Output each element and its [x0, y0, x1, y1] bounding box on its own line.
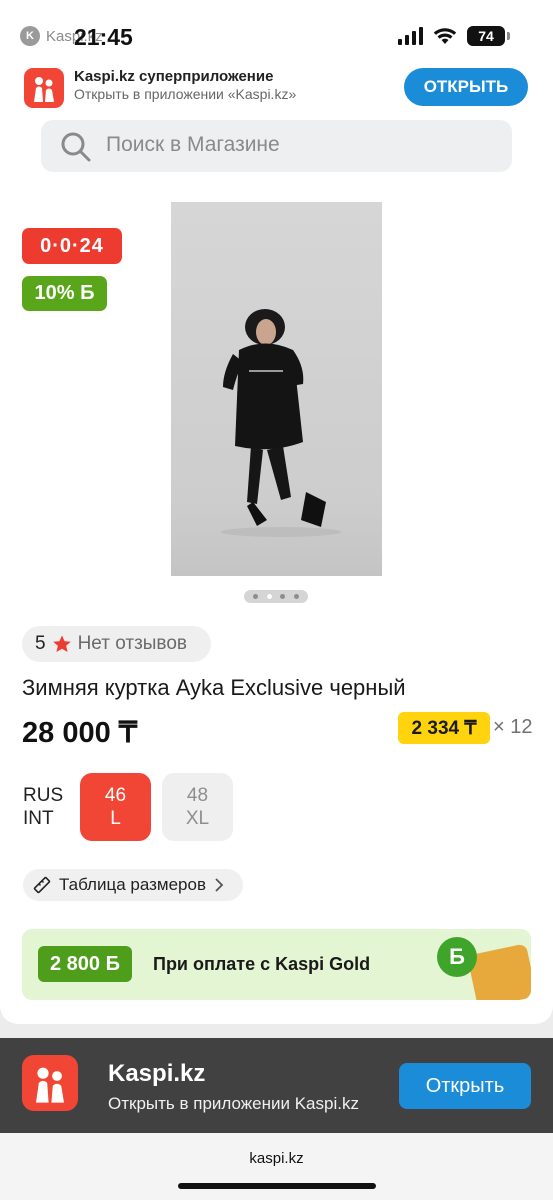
status-time: 21:45: [74, 24, 133, 50]
gold-bonus-amount: 2 800 Б: [38, 946, 132, 982]
search-icon: [61, 132, 91, 162]
bonus-coin-icon: Б: [437, 937, 477, 977]
pager-dot: [280, 594, 286, 599]
size-option-46[interactable]: 46 L: [80, 773, 151, 841]
size-system-rus: RUS: [23, 785, 64, 806]
status-icons: 74: [398, 26, 510, 46]
kaspi-mini-icon: K: [20, 26, 40, 46]
product-price: 28 000 ₸: [22, 717, 138, 749]
smart-app-banner: Kaspi.kz суперприложение Открыть в прило…: [0, 62, 553, 114]
ruler-icon: [33, 876, 51, 894]
gold-banner-text: При оплате с Kaspi Gold: [153, 954, 371, 974]
search-placeholder: Поиск в Магазине: [106, 133, 280, 156]
rating-chip[interactable]: 5 Нет отзывов: [22, 626, 211, 662]
size-system-labels: RUS INT: [23, 784, 63, 830]
kaspi-logo-icon: [24, 68, 64, 108]
reviews-count: Нет отзывов: [77, 633, 187, 654]
size-option-48[interactable]: 48 XL: [162, 773, 233, 841]
open-app-button[interactable]: ОТКРЫТЬ: [404, 68, 528, 106]
installment-badge[interactable]: 2 334 ₸: [398, 712, 490, 744]
kaspi-app-logo-icon: [22, 1055, 78, 1111]
pager-dot: [252, 594, 258, 599]
status-bar: K Kaspi.kz 21:45 74: [0, 0, 553, 70]
app-banner-open-button[interactable]: Открыть: [399, 1063, 531, 1109]
url-text: kaspi.kz: [249, 1150, 304, 1167]
pager-dot: [294, 594, 300, 599]
size-rus-value: 46: [104, 785, 127, 806]
battery-icon: 74: [467, 26, 510, 46]
bonus-badge: 10% Б: [22, 276, 107, 311]
pager-dot-active: [266, 594, 272, 599]
cellular-signal-icon: [398, 27, 423, 45]
installment-term: × 12: [493, 716, 533, 738]
product-title: Зимняя куртка Ayka Exclusive черный: [22, 675, 406, 700]
product-photo[interactable]: [171, 202, 382, 576]
rating-value: 5: [35, 633, 46, 654]
star-icon: [52, 635, 71, 652]
kaspi-gold-banner[interactable]: 2 800 Б При оплате с Kaspi Gold Б: [22, 929, 531, 1000]
photo-pager[interactable]: [244, 590, 308, 603]
smart-banner-subtitle: Открыть в приложении «Kaspi.kz»: [74, 86, 297, 102]
model-figure-image: [221, 309, 341, 537]
app-banner-subtitle: Открыть в приложении Kaspi.kz: [108, 1094, 359, 1113]
chevron-right-icon: [215, 878, 224, 892]
size-chart-label: Таблица размеров: [59, 875, 206, 894]
home-indicator[interactable]: [178, 1183, 376, 1189]
app-install-banner: Kaspi.kz Открыть в приложении Kaspi.kz О…: [0, 1038, 553, 1133]
smart-banner-title: Kaspi.kz суперприложение: [74, 68, 274, 85]
size-system-int: INT: [23, 808, 54, 829]
size-chart-button[interactable]: Таблица размеров: [23, 869, 243, 901]
size-int-value: XL: [185, 808, 210, 829]
app-banner-title: Kaspi.kz: [108, 1060, 206, 1087]
wifi-icon: [433, 28, 457, 44]
countdown-timer-badge: 0·0·24: [22, 228, 122, 264]
size-int-value: L: [110, 808, 121, 829]
kaspi-gold-card-icon: [467, 943, 531, 1000]
size-rus-value: 48: [186, 785, 209, 806]
